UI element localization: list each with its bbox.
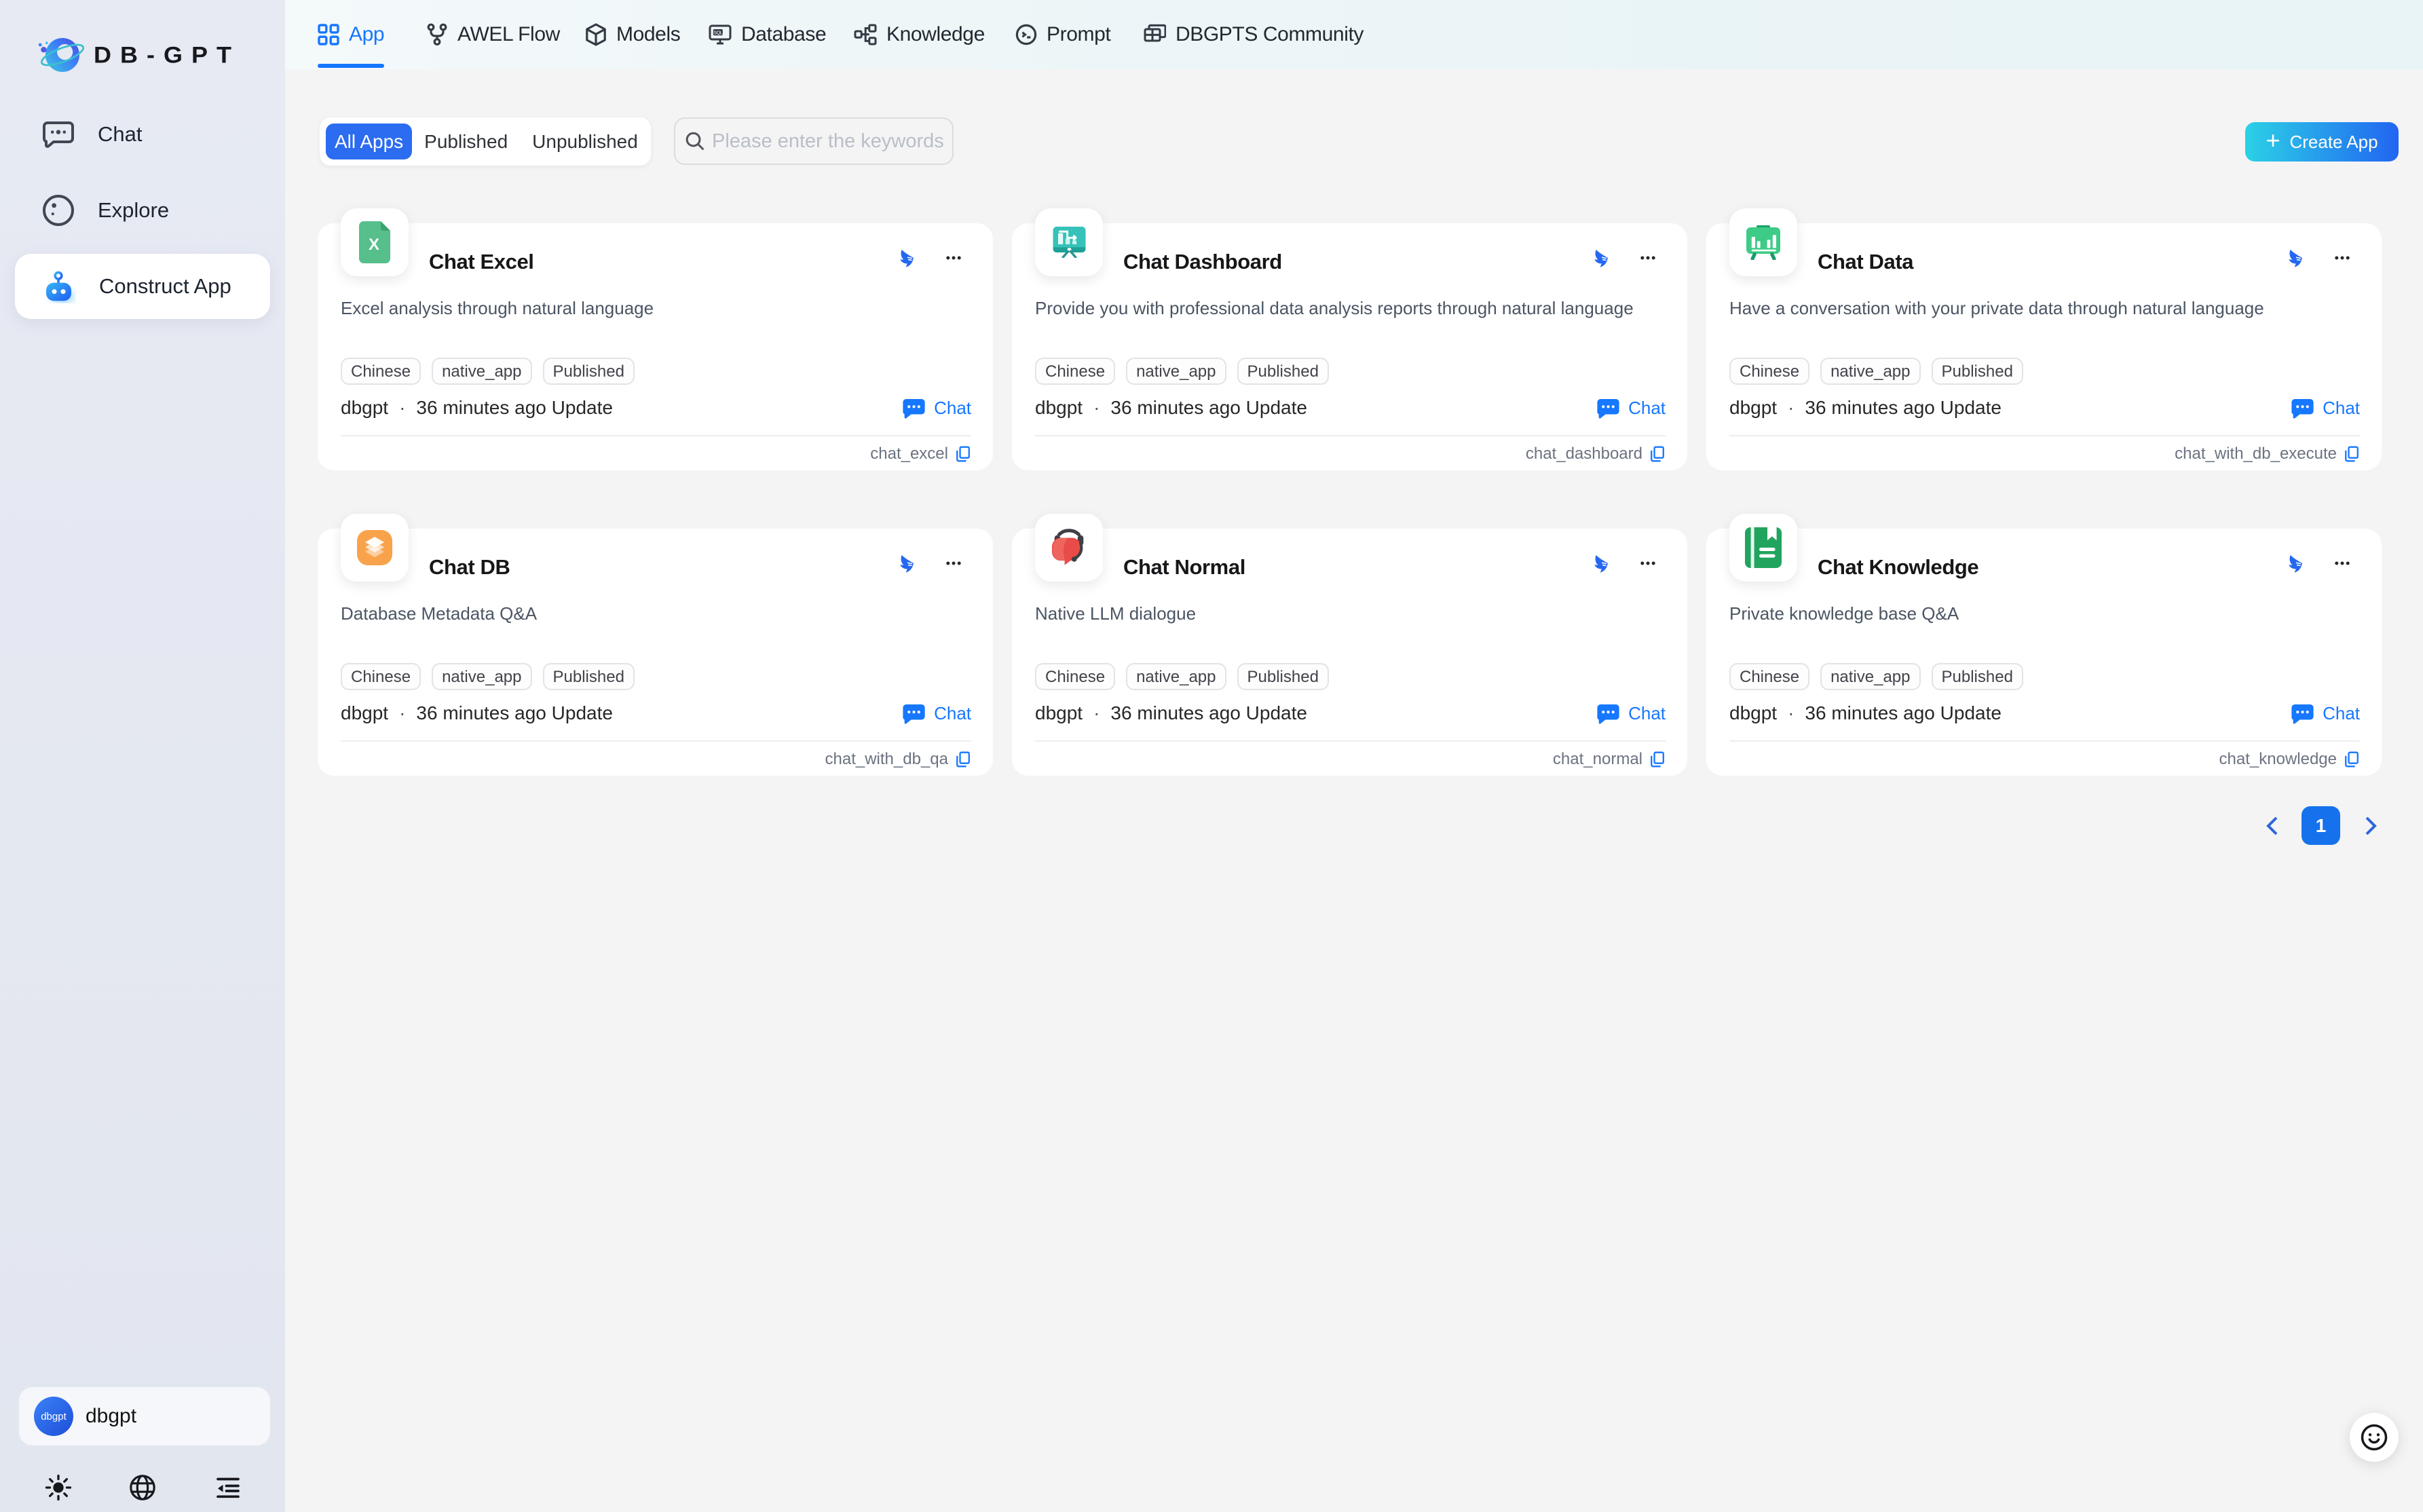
svg-text:SQL: SQL — [713, 30, 723, 36]
svg-text:X: X — [369, 235, 379, 254]
